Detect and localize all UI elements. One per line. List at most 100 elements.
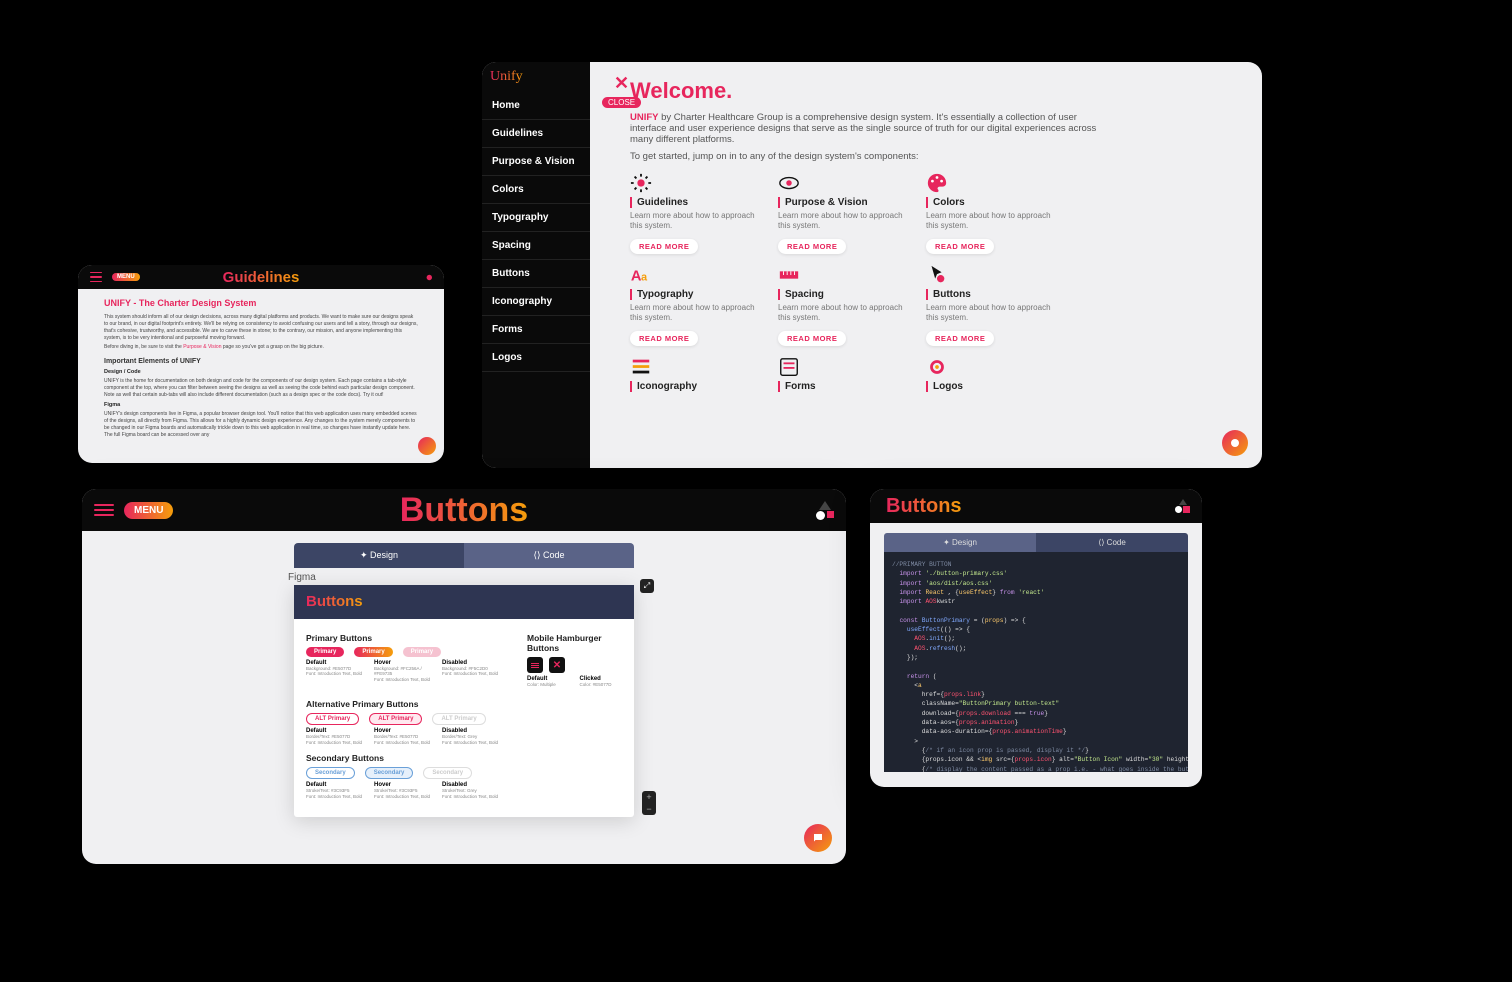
brand-logo[interactable]: Unify <box>482 62 590 92</box>
state-spec: DefaultBackground: #E5077DFont: Introduc… <box>306 660 364 682</box>
close-sample: ✕ <box>549 657 565 673</box>
aa-icon: Aa <box>630 264 652 286</box>
logo-icon <box>926 356 948 378</box>
hamburger-icon[interactable] <box>90 272 102 283</box>
read-more-button[interactable]: READ MORE <box>778 331 846 346</box>
tab-design[interactable]: ✦ Design <box>884 533 1036 552</box>
state-spec: DefaultStroke/Text: #3C93F5Font: Introdu… <box>306 782 364 799</box>
page-title: Guidelines <box>223 269 300 286</box>
subheading: Figma <box>104 402 418 410</box>
menu-button[interactable]: MENU <box>112 273 140 281</box>
card-title: Typography <box>630 289 760 300</box>
sidebar-item-spacing[interactable]: Spacing <box>482 232 590 260</box>
sidebar-item-purpose-vision[interactable]: Purpose & Vision <box>482 148 590 176</box>
buttons-code-window: Buttons ✦ Design ⟨⟩ Code //PRIMARY BUTTO… <box>870 489 1202 787</box>
card-forms: Forms <box>778 356 908 395</box>
card-buttons: Buttons Learn more about how to approach … <box>926 264 1056 346</box>
expand-icon[interactable]: ⤢ <box>640 579 654 593</box>
tab-code[interactable]: ⟨⟩ Code <box>464 543 634 568</box>
frame-title: Buttons <box>306 593 363 610</box>
state-spec: DisabledBorder/Text: GreyFont: Introduct… <box>442 728 500 745</box>
button-sample: Secondary <box>423 767 472 779</box>
topbar: MENU Guidelines <box>78 265 444 289</box>
figma-label: Figma <box>288 572 816 583</box>
figma-embed: ⤢ Buttons Primary Buttons Primary Primar… <box>294 585 634 817</box>
chat-fab[interactable] <box>1222 430 1248 456</box>
subheading: Design / Code <box>104 369 418 377</box>
state-spec: ClickedColor: #E5077D <box>580 676 623 687</box>
view-tabs: ✦ Design ⟨⟩ Code <box>294 543 634 568</box>
card-description: Learn more about how to approach this sy… <box>630 303 760 324</box>
stack-icon <box>630 356 652 378</box>
card-purpose-vision: Purpose & VisionLearn more about how to … <box>778 172 908 254</box>
card-logos: Logos <box>926 356 1056 395</box>
state-spec: DisabledStroke/Text: GreyFont: Introduct… <box>442 782 500 799</box>
brand-shapes-icon <box>1175 499 1190 513</box>
chat-fab[interactable] <box>418 437 436 455</box>
sidebar-nav: HomeGuidelinesPurpose & VisionColorsTypo… <box>482 92 590 372</box>
card-grid: GuidelinesLearn more about how to approa… <box>630 172 1238 395</box>
card-guidelines: GuidelinesLearn more about how to approa… <box>630 172 760 254</box>
sidebar-item-forms[interactable]: Forms <box>482 316 590 344</box>
button-sample: Primary <box>403 647 441 657</box>
gear-icon <box>630 172 652 194</box>
read-more-button[interactable]: READ MORE <box>926 239 994 254</box>
sidebar-item-typography[interactable]: Typography <box>482 204 590 232</box>
sidebar-item-buttons[interactable]: Buttons <box>482 260 590 288</box>
ruler-icon <box>778 264 800 286</box>
sidebar-item-logos[interactable]: Logos <box>482 344 590 372</box>
card-description: Learn more about how to approach this sy… <box>630 211 760 232</box>
zoom-control[interactable]: +− <box>642 791 656 815</box>
sidebar-item-iconography[interactable]: Iconography <box>482 288 590 316</box>
state-spec: DisabledBackground: #F5C2D0Font: Introdu… <box>442 660 500 682</box>
sidebar-item-colors[interactable]: Colors <box>482 176 590 204</box>
read-more-button[interactable]: READ MORE <box>778 239 846 254</box>
button-sample: ALT Primary <box>306 713 359 725</box>
page-title: Buttons <box>400 491 528 530</box>
hamburger-icon[interactable] <box>94 504 114 516</box>
page-title: Buttons <box>886 495 962 518</box>
menu-button[interactable]: MENU <box>124 502 173 519</box>
welcome-title: Welcome. <box>630 78 1238 104</box>
button-sample: Primary <box>354 647 392 657</box>
topbar: MENU Buttons <box>82 489 846 531</box>
tab-design[interactable]: ✦ Design <box>294 543 464 568</box>
sidebar: Unify HomeGuidelinesPurpose & VisionColo… <box>482 62 590 468</box>
card-title: Buttons <box>926 289 1056 300</box>
tab-code[interactable]: ⟨⟩ Code <box>1036 533 1188 552</box>
card-iconography: Iconography <box>630 356 760 395</box>
buttons-design-window: MENU Buttons ✦ Design ⟨⟩ Code Figma ⤢ Bu… <box>82 489 846 864</box>
section-title: Mobile Hamburger Buttons <box>527 633 622 653</box>
pointer-icon <box>926 264 948 286</box>
inline-link[interactable]: Purpose & Vision <box>183 344 221 350</box>
subheading: Important Elements of UNIFY <box>104 357 418 367</box>
chat-fab[interactable] <box>804 824 832 852</box>
intro-text: To get started, jump on in to any of the… <box>630 151 1110 162</box>
sidebar-item-home[interactable]: Home <box>482 92 590 120</box>
paragraph: Before diving in, be sure to visit the P… <box>104 344 418 351</box>
button-sample: ALT Primary <box>369 713 422 725</box>
card-spacing: SpacingLearn more about how to approach … <box>778 264 908 346</box>
card-description: Learn more about how to approach this sy… <box>778 211 908 232</box>
card-title: Logos <box>926 381 1056 392</box>
section-heading: UNIFY - The Charter Design System <box>104 297 418 310</box>
state-spec: HoverBackground: #FC256A / #FE9735Font: … <box>374 660 432 682</box>
read-more-button[interactable]: READ MORE <box>926 331 994 346</box>
card-title: Spacing <box>778 289 908 300</box>
sidebar-item-guidelines[interactable]: Guidelines <box>482 120 590 148</box>
card-title: Iconography <box>630 381 760 392</box>
section-title: Alternative Primary Buttons <box>306 699 622 709</box>
section-title: Secondary Buttons <box>306 753 622 763</box>
button-sample: Secondary <box>365 767 414 779</box>
welcome-main: Welcome. UNIFY by Charter Healthcare Gro… <box>590 62 1262 468</box>
svg-text:a: a <box>641 271 648 283</box>
card-description: Learn more about how to approach this sy… <box>926 211 1056 232</box>
section-title: Primary Buttons <box>306 633 507 643</box>
topbar: Buttons <box>870 489 1202 523</box>
paragraph: This system should inform all of our des… <box>104 314 418 342</box>
read-more-button[interactable]: READ MORE <box>630 331 698 346</box>
button-sample: Primary <box>306 647 344 657</box>
card-description: Learn more about how to approach this sy… <box>926 303 1056 324</box>
paragraph: UNIFY's design components live in Figma,… <box>104 411 418 439</box>
read-more-button[interactable]: READ MORE <box>630 239 698 254</box>
